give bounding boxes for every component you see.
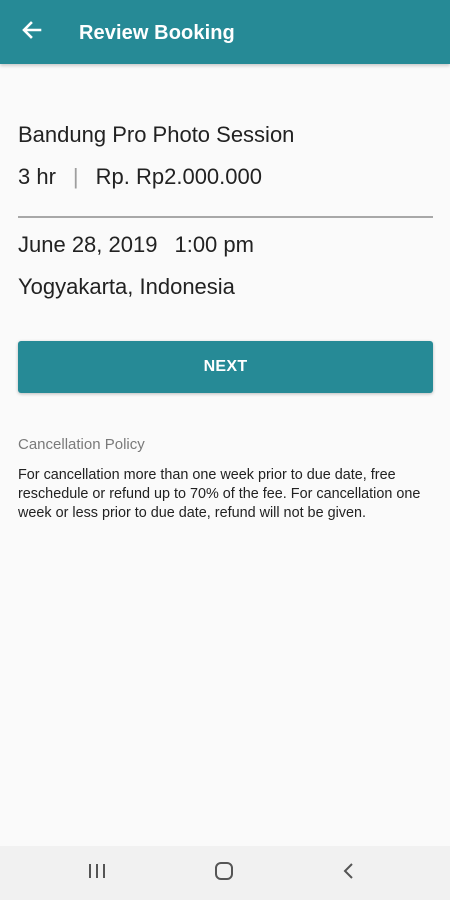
duration-price-row: 3 hr | Rp. Rp2.000.000 — [18, 164, 262, 190]
booking-time: 1:00 pm — [174, 232, 254, 257]
arrow-left-icon — [21, 19, 43, 46]
datetime-row: June 28, 2019 1:00 pm — [18, 232, 254, 258]
system-back-button[interactable] — [319, 846, 379, 900]
app-bar: Review Booking — [0, 0, 450, 64]
cancellation-policy-text: For cancellation more than one week prio… — [18, 467, 421, 521]
separator: | — [72, 164, 79, 189]
recents-icon — [87, 862, 107, 885]
home-icon — [214, 861, 234, 886]
cancellation-policy-title: Cancellation Policy — [18, 436, 145, 453]
system-navigation-bar — [0, 846, 450, 900]
next-button[interactable]: NEXT — [18, 341, 433, 393]
duration: 3 hr — [18, 164, 56, 189]
booking-location: Yogyakarta, Indonesia — [18, 274, 235, 299]
booking-date: June 28, 2019 — [18, 232, 158, 257]
back-chevron-icon — [342, 861, 356, 886]
recents-button[interactable] — [67, 846, 127, 900]
service-name: Bandung Pro Photo Session — [18, 122, 295, 147]
home-button[interactable] — [194, 846, 254, 900]
page-title: Review Booking — [79, 22, 235, 44]
back-button[interactable] — [14, 14, 50, 50]
divider — [18, 216, 433, 218]
price: Rp. Rp2.000.000 — [95, 164, 262, 189]
